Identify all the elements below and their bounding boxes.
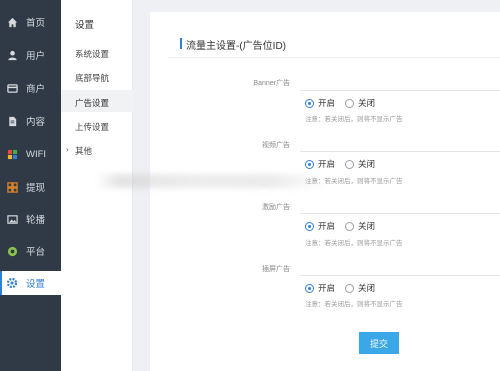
sidebar-item-label: 设置 (26, 279, 46, 290)
radio-label: 开启 (318, 98, 336, 108)
gear-icon (5, 276, 19, 290)
radio-interstitial-on[interactable]: 开启 (305, 282, 335, 294)
sidebar-item-withdraw[interactable]: 提现 (0, 175, 61, 199)
radio-label: 关闭 (358, 159, 376, 169)
page-title: 流量主设置-(广告位ID) (186, 41, 286, 52)
radio-unchecked-icon (345, 283, 354, 293)
field-note: 注意：若关闭后，则将不显示广告 (305, 116, 403, 123)
field-input-interstitial[interactable] (300, 275, 500, 276)
merchant-icon (5, 81, 19, 95)
withdraw-grid-icon (5, 180, 19, 194)
field-input-banner[interactable] (300, 90, 500, 91)
field-note: 注意：若关闭后，则将不显示广告 (305, 301, 403, 308)
title-accent-bar (180, 38, 182, 49)
subnav-item-other[interactable]: 其他 (75, 145, 92, 157)
sidebar-item-label: 用户 (26, 51, 46, 62)
sidebar-item-label: 轮播 (26, 215, 46, 226)
radio-checked-icon (305, 221, 314, 231)
subnav-item-upload[interactable]: 上传设置 (75, 121, 109, 133)
main-sidebar: 首页 用户 商户 内容 WIFI 提现 轮播 平台 设置 (0, 0, 61, 371)
submit-button[interactable]: 提交 (359, 332, 399, 354)
radio-label: 开启 (318, 221, 336, 231)
field-label-rewarded: 激励广告 (262, 204, 290, 211)
platform-icon (5, 244, 19, 258)
sidebar-item-home[interactable]: 首页 (0, 10, 61, 34)
radio-label: 开启 (318, 159, 336, 169)
sidebar-item-carousel[interactable]: 轮播 (0, 207, 61, 231)
divider (168, 57, 500, 58)
user-icon (5, 48, 19, 62)
radio-checked-icon (305, 283, 314, 293)
radio-unchecked-icon (345, 221, 354, 231)
radio-video-off[interactable]: 关闭 (345, 158, 375, 170)
sidebar-item-platform[interactable]: 平台 (0, 239, 61, 263)
sidebar-item-user[interactable]: 用户 (0, 43, 61, 67)
field-input-rewarded[interactable] (300, 213, 500, 214)
sidebar-item-label: 首页 (26, 18, 46, 29)
radio-banner-on[interactable]: 开启 (305, 97, 335, 109)
content-panel: 流量主设置-(广告位ID) (150, 12, 500, 371)
radio-label: 关闭 (358, 283, 376, 293)
sidebar-item-label: 商户 (26, 84, 46, 95)
field-label-banner: Banner广告 (253, 80, 290, 87)
subnav-title: 设置 (75, 20, 95, 31)
subnav-item-ad-settings[interactable]: 广告设置 (75, 97, 109, 109)
field-note: 注意：若关闭后，则将不显示广告 (305, 240, 403, 247)
sidebar-item-merchant[interactable]: 商户 (0, 76, 61, 100)
image-icon (5, 212, 19, 226)
blurred-region (96, 174, 326, 188)
sidebar-item-label: WIFI (26, 148, 47, 160)
subnav-item-system[interactable]: 系统设置 (75, 48, 109, 60)
radio-checked-icon (305, 159, 314, 169)
field-input-video[interactable] (300, 151, 500, 152)
radio-interstitial-off[interactable]: 关闭 (345, 282, 375, 294)
sidebar-item-wifi[interactable]: WIFI (0, 142, 61, 166)
wifi-grid-icon (5, 147, 19, 161)
document-icon (5, 114, 19, 128)
radio-label: 开启 (318, 283, 336, 293)
sidebar-item-label: 内容 (26, 117, 46, 128)
radio-rewarded-off[interactable]: 关闭 (345, 220, 375, 232)
radio-checked-icon (305, 98, 314, 108)
radio-rewarded-on[interactable]: 开启 (305, 220, 335, 232)
sidebar-item-label: 平台 (26, 247, 46, 258)
radio-label: 关闭 (358, 98, 376, 108)
radio-banner-off[interactable]: 关闭 (345, 97, 375, 109)
field-label-interstitial: 插屏广告 (262, 266, 290, 273)
radio-unchecked-icon (345, 159, 354, 169)
home-icon (5, 15, 19, 29)
radio-video-on[interactable]: 开启 (305, 158, 335, 170)
sidebar-item-label: 提现 (26, 183, 46, 194)
sidebar-item-settings[interactable]: 设置 (0, 271, 61, 295)
field-label-video: 视频广告 (262, 142, 290, 149)
radio-unchecked-icon (345, 98, 354, 108)
radio-label: 关闭 (358, 221, 376, 231)
subnav-item-bottom-nav[interactable]: 底部导航 (75, 72, 109, 84)
chevron-right-icon: › (66, 145, 69, 154)
sidebar-item-content[interactable]: 内容 (0, 109, 61, 133)
